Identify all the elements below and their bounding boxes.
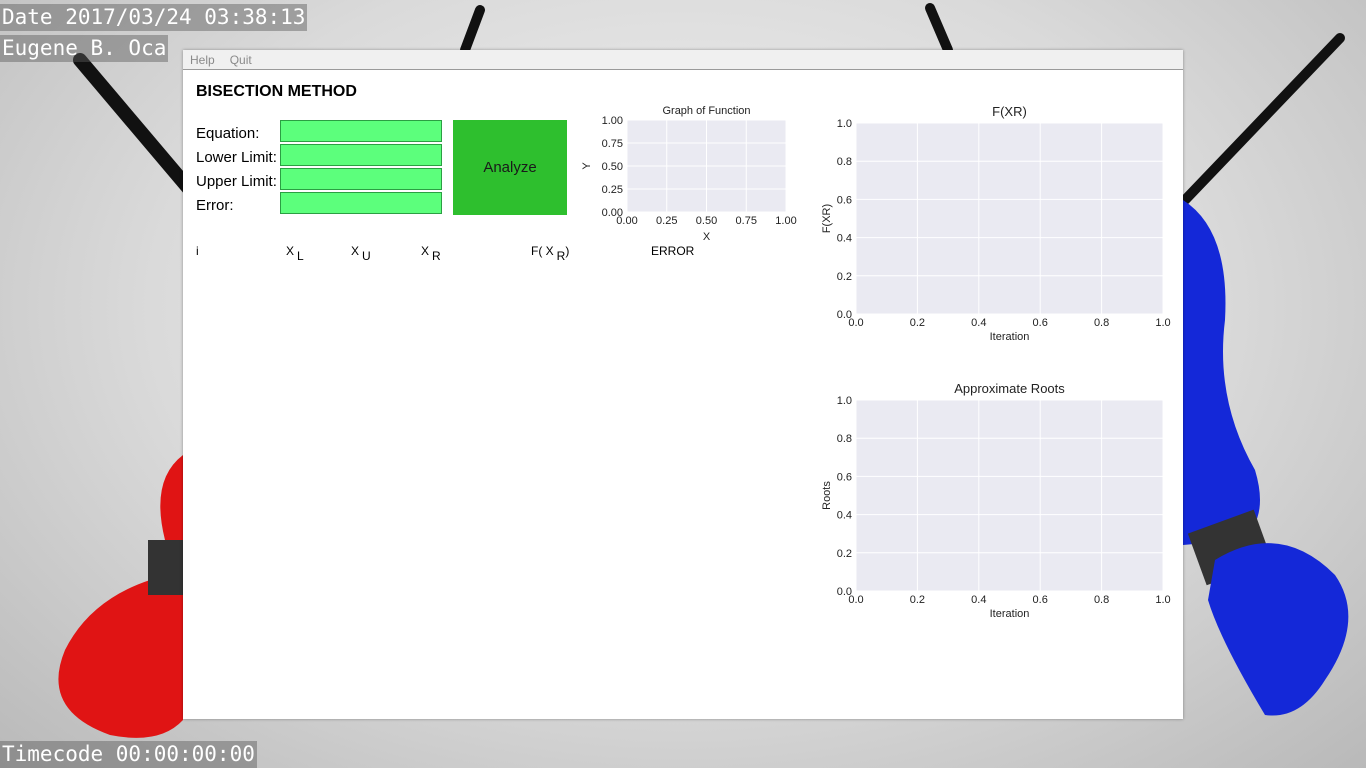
approx-roots-chart-xtick-1: 0.2 (910, 594, 925, 606)
approx-roots-chart-xtick-5: 1.0 (1155, 594, 1170, 606)
graph-of-function-xlabel: X (703, 231, 711, 243)
wallpaper-antenna-left (73, 53, 197, 197)
fxr-chart-xtick-2: 0.4 (971, 317, 986, 329)
upper-limit-input[interactable] (280, 168, 442, 190)
fxr-chart-ytick-3: 0.6 (837, 194, 852, 206)
osd-date: Date 2017/03/24 03:38:13 (0, 4, 308, 31)
column-header-xl-base: X (286, 244, 295, 258)
approx-roots-chart-title: Approximate Roots (954, 381, 1065, 396)
fxr-chart-xtick-5: 1.0 (1155, 317, 1170, 329)
fxr-chart-ylabel: F(XR) (821, 204, 833, 233)
wallpaper-red-shape (58, 455, 183, 738)
fxr-chart: 0.0 0.2 0.4 0.6 0.8 1.0 0.0 0.2 0.4 0.6 0.8 1.0 F(XR… (813, 100, 1183, 354)
column-header-xl: XL (286, 244, 304, 263)
fxr-chart-xlabel: Iteration (990, 331, 1030, 343)
approx-roots-chart: 0.0 0.2 0.4 0.6 0.8 1.0 0.0 0.2 0.4 0.6 0.8 1.0 Appr… (813, 377, 1183, 631)
graph-of-function-ylabel: Y (581, 162, 593, 170)
error-input[interactable] (280, 192, 442, 214)
graph-of-function-ytick-2: 0.50 (602, 161, 623, 173)
graph-of-function-xtick-4: 1.00 (775, 215, 796, 227)
graph-of-function-ytick-1: 0.25 (602, 184, 623, 196)
fxr-chart-ytick-2: 0.4 (837, 233, 852, 245)
fxr-chart-xtick-1: 0.2 (910, 317, 925, 329)
fxr-chart-title: F(XR) (992, 104, 1027, 119)
column-header-fxr-prefix: F( X (531, 244, 554, 258)
column-header-xr-sub: R (432, 249, 441, 263)
column-header-xr: XR (421, 244, 441, 263)
fxr-chart-plot-area (856, 123, 1163, 314)
wallpaper-antenna-mid-right (925, 3, 953, 55)
column-header-fxr: F( X R) (531, 244, 569, 263)
page-title: BISECTION METHOD (196, 83, 357, 100)
fxr-chart-ytick-1: 0.2 (837, 271, 852, 283)
app-window: Help Quit BISECTION METHOD Equation: Low… (183, 50, 1183, 719)
menu-quit[interactable]: Quit (230, 53, 252, 67)
equation-input[interactable] (280, 120, 442, 142)
equation-label: Equation: (196, 125, 260, 142)
wallpaper-blue-foot (1208, 543, 1349, 716)
approx-roots-chart-ytick-0: 0.0 (837, 586, 852, 598)
osd-timecode: Timecode 00:00:00:00 (0, 741, 257, 768)
graph-of-function-ytick-4: 1.00 (602, 115, 623, 127)
graph-of-function-ytick-3: 0.75 (602, 138, 623, 150)
wallpaper-blue-shape (1183, 200, 1260, 545)
lower-limit-input[interactable] (280, 144, 442, 166)
approx-roots-chart-xtick-3: 0.6 (1033, 594, 1048, 606)
lower-limit-label: Lower Limit: (196, 149, 277, 166)
graph-of-function-xtick-3: 0.75 (736, 215, 757, 227)
column-header-xr-base: X (421, 244, 430, 258)
approx-roots-chart-ytick-2: 0.4 (837, 510, 852, 522)
graph-of-function-ytick-0: 0.00 (602, 207, 623, 219)
fxr-chart-ytick-4: 0.8 (837, 156, 852, 168)
upper-limit-label: Upper Limit: (196, 173, 277, 190)
fxr-chart-ytick-5: 1.0 (837, 118, 852, 130)
fxr-chart-xtick-3: 0.6 (1033, 317, 1048, 329)
wallpaper-red-joint (148, 540, 183, 595)
approx-roots-chart-plot-area (856, 400, 1163, 591)
column-header-fxr-suffix: ) (565, 244, 570, 258)
graph-of-function-chart: 0.00 0.25 0.50 0.75 1.00 0.00 0.25 0.50 0.75 1.00… (578, 100, 808, 249)
approx-roots-chart-ytick-5: 1.0 (837, 395, 852, 407)
approx-roots-chart-xtick-4: 0.8 (1094, 594, 1109, 606)
menu-help[interactable]: Help (190, 53, 215, 67)
approx-roots-chart-xlabel: Iteration (990, 608, 1030, 620)
column-header-xu: XU (351, 244, 371, 263)
column-header-xl-sub: L (297, 249, 304, 263)
wallpaper-antenna-mid-left (460, 5, 485, 55)
approx-roots-chart-ytick-1: 0.2 (837, 548, 852, 560)
graph-of-function-xtick-1: 0.25 (656, 215, 677, 227)
graph-of-function-title: Graph of Function (662, 105, 750, 117)
osd-author: Eugene B. Oca (0, 35, 169, 62)
error-label: Error: (196, 197, 234, 214)
graph-of-function-xtick-2: 0.50 (696, 215, 717, 227)
fxr-chart-ytick-0: 0.0 (837, 309, 852, 321)
column-header-i: i (196, 244, 199, 258)
column-header-xu-sub: U (362, 249, 371, 263)
approx-roots-chart-ytick-3: 0.6 (837, 471, 852, 483)
approx-roots-chart-xtick-2: 0.4 (971, 594, 986, 606)
wallpaper-antenna-right (1180, 33, 1345, 205)
fxr-chart-xtick-4: 0.8 (1094, 317, 1109, 329)
approx-roots-chart-ylabel: Roots (821, 481, 833, 510)
analyze-button[interactable]: Analyze (453, 120, 567, 215)
approx-roots-chart-ytick-4: 0.8 (837, 433, 852, 445)
column-header-xu-base: X (351, 244, 360, 258)
menu-bar: Help Quit (183, 50, 1183, 70)
